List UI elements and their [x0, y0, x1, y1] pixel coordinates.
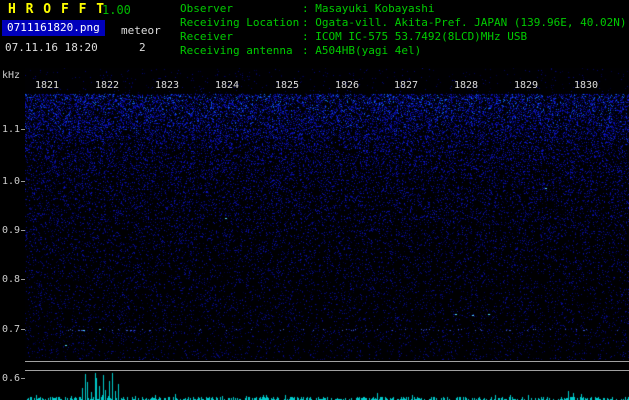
info-value: : Masayuki Kobayashi: [302, 2, 435, 15]
freq-tick-label: 1.1: [1, 124, 20, 135]
info-row-receiver: Receiver : ICOM IC-575 53.7492(8LCD)MHz …: [180, 30, 627, 44]
info-label: Receiver: [180, 30, 233, 43]
info-value: : ICOM IC-575 53.7492(8LCD)MHz USB: [302, 30, 528, 43]
freq-tick-label: 0.9: [1, 225, 20, 236]
info-value: : A504HB(yagi 4el): [302, 44, 422, 57]
time-tick-label: 1823: [155, 80, 180, 91]
freq-tick-label: 0.7: [1, 324, 20, 335]
time-tick-label: 1822: [95, 80, 120, 91]
freq-unit-label: kHz: [2, 70, 21, 81]
info-row-observer: Observer : Masayuki Kobayashi: [180, 2, 627, 16]
time-tick-label: 1827: [394, 80, 419, 91]
filename-box: 0711161820.png: [2, 20, 105, 36]
hrofft-window: H R O F F T 1.00 0711161820.png meteor 0…: [0, 0, 629, 400]
freq-tick-label: 0.6: [1, 373, 20, 384]
datetime: 07.11.16 18:20: [5, 41, 98, 54]
time-tick-label: 1821: [35, 80, 60, 91]
freq-tick-label: 0.8: [1, 274, 20, 285]
info-label: Observer: [180, 2, 233, 15]
freq-tick-label: 1.0: [1, 176, 20, 187]
spectrogram-canvas: [25, 68, 629, 360]
info-value: : Ogata-vill. Akita-Pref. JAPAN (139.96E…: [302, 16, 627, 29]
time-tick-label: 1828: [454, 80, 479, 91]
separator-line: [25, 361, 629, 362]
time-tick-label: 1829: [514, 80, 539, 91]
level-canvas: [25, 371, 629, 400]
info-row-location: Receiving Location : Ogata-vill. Akita-P…: [180, 16, 627, 30]
info-row-antenna: Receiving antenna : A504HB(yagi 4el): [180, 44, 627, 58]
app-title: H R O F F T: [8, 2, 106, 17]
time-tick-label: 1825: [275, 80, 300, 91]
time-tick-label: 1824: [215, 80, 240, 91]
meteor-count: 2: [139, 41, 146, 54]
station-info: Observer : Masayuki Kobayashi Receiving …: [180, 2, 627, 58]
info-label: Receiving Location: [180, 16, 300, 29]
app-version: 1.00: [102, 3, 131, 17]
time-tick-label: 1826: [335, 80, 360, 91]
info-label: Receiving antenna: [180, 44, 293, 57]
time-tick-label: 1830: [574, 80, 599, 91]
meteor-label: meteor: [121, 24, 161, 37]
